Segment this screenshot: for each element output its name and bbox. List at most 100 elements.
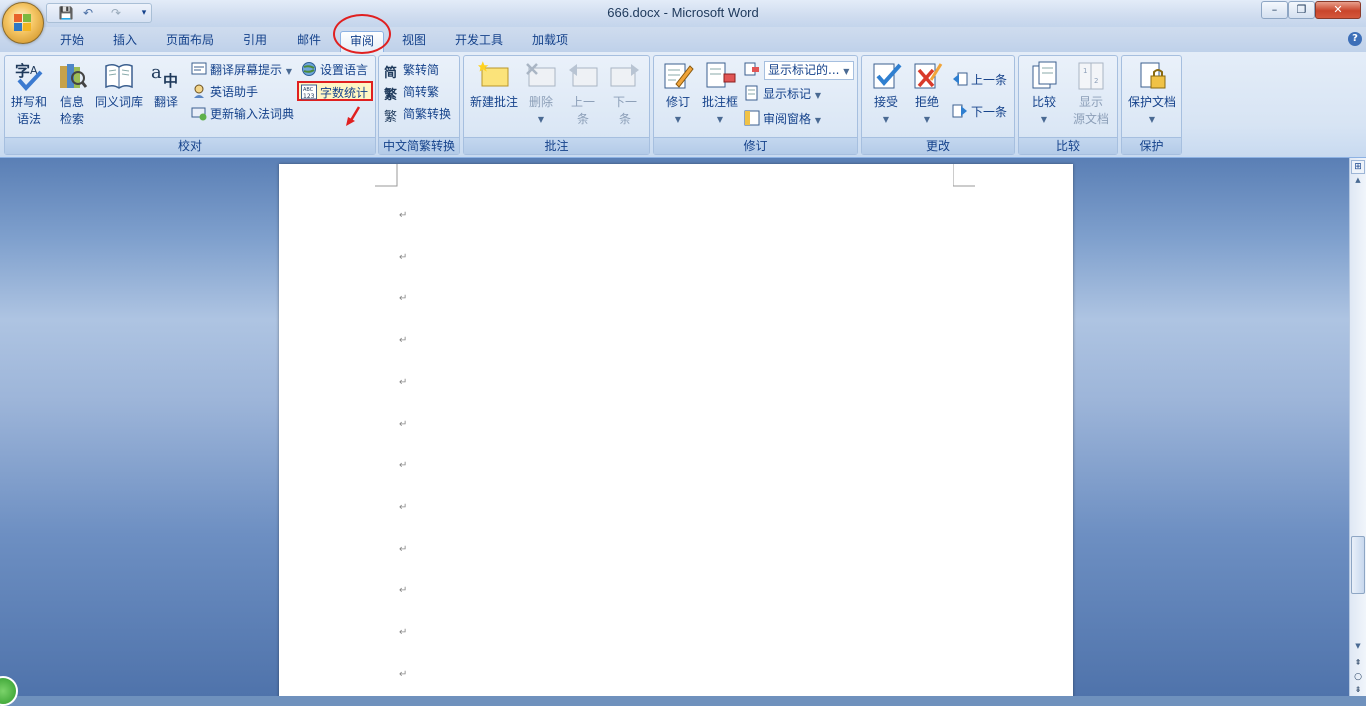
compare-label: 比较 — [1031, 95, 1056, 109]
compare-icon — [1028, 60, 1060, 92]
previous-comment-icon — [567, 60, 599, 92]
display-markup-value: 显示标记的... — [768, 63, 840, 77]
protect-group-label: 保护 — [1122, 137, 1181, 154]
previous-page-icon[interactable]: ⇞ — [1351, 658, 1365, 668]
display-markup-dropdown[interactable]: 显示标记的... ▼ — [764, 61, 854, 80]
chinese-convert-button[interactable]: 繁简繁转换 — [384, 104, 452, 125]
reject-label: 拒绝 — [914, 95, 939, 109]
tab-add-ins[interactable]: 加载项 — [522, 31, 578, 52]
display-for-review-control[interactable] — [744, 60, 763, 80]
new-comment-icon — [478, 60, 510, 92]
screen-tip-icon — [191, 61, 207, 77]
tab-page-layout[interactable]: 页面布局 — [157, 31, 223, 52]
previous-comment-label-1: 上一 — [570, 95, 595, 109]
word-count-button[interactable]: ABC 123 字数统计 — [297, 81, 374, 101]
page-corner-mark — [953, 164, 975, 187]
research-button[interactable]: 信息 检索 — [52, 60, 92, 128]
word-count-label: 字数统计 — [320, 86, 369, 100]
translate-tip-label: 翻译屏幕提示 — [210, 63, 283, 77]
browse-object-icon[interactable]: ○ — [1351, 672, 1365, 682]
trad-to-simp-label: 繁转简 — [403, 63, 440, 77]
delete-comment-icon — [525, 60, 557, 92]
protect-document-label: 保护文档 — [1127, 95, 1176, 109]
help-icon[interactable]: ? — [1348, 32, 1362, 46]
chinese-convert-label: 简繁转换 — [403, 107, 452, 121]
paragraph-mark: ↵ — [399, 376, 408, 388]
track-changes-label: 修订 — [665, 95, 690, 109]
trad-to-simp-button[interactable]: 简繁转简 — [384, 60, 440, 81]
translate-button[interactable]: a中 翻译 — [146, 60, 186, 111]
svg-text:a: a — [151, 62, 162, 83]
vertical-scrollbar[interactable]: ⊞ ▲ ▼ ⇞ ○ ⇟ — [1349, 158, 1366, 696]
paragraph-mark: ↵ — [399, 251, 408, 263]
balloons-button[interactable]: 批注框 ▼ — [698, 60, 742, 128]
compare-button[interactable]: 比较 ▼ — [1022, 60, 1066, 128]
close-button[interactable]: ✕ — [1315, 1, 1361, 19]
paragraph-mark: ↵ — [399, 668, 408, 680]
accept-icon — [870, 60, 902, 92]
update-ime-button[interactable]: 更新输入法词典 — [191, 104, 294, 124]
office-button[interactable] — [2, 2, 44, 44]
english-assistant-button[interactable]: 英语助手 — [191, 82, 258, 102]
tab-references[interactable]: 引用 — [233, 31, 277, 52]
previous-comment-button[interactable]: 上一 条 — [564, 60, 602, 128]
office-logo-icon — [14, 14, 32, 32]
next-comment-icon — [609, 60, 641, 92]
group-comments: 新建批注 删除 ▼ 上一 条 下一 条 批注 — [463, 55, 650, 155]
delete-comment-button[interactable]: 删除 ▼ — [522, 60, 560, 128]
dropdown-arrow-icon: ▼ — [537, 115, 545, 124]
simp-to-trad-button[interactable]: 繁简转繁 — [384, 82, 440, 103]
thesaurus-label: 同义词库 — [94, 95, 143, 109]
source-documents-icon: 12 — [1075, 60, 1107, 92]
previous-change-button[interactable]: 上一条 — [952, 70, 1007, 90]
review-pane-button[interactable]: 审阅窗格 ▼ — [744, 109, 821, 129]
tab-home[interactable]: 开始 — [50, 31, 94, 52]
paragraph-mark: ↵ — [399, 335, 408, 347]
protect-document-button[interactable]: 保护文档 ▼ — [1124, 60, 1180, 128]
paragraph-mark: ↵ — [399, 585, 408, 597]
research-label-1: 信息 — [59, 95, 84, 109]
simp-to-trad-label: 简转繁 — [403, 85, 440, 99]
tab-mailings[interactable]: 邮件 — [287, 31, 331, 52]
next-comment-label-2: 条 — [618, 112, 631, 126]
svg-text:123: 123 — [303, 93, 315, 100]
thesaurus-button[interactable]: 同义词库 — [93, 60, 145, 111]
svg-text:1: 1 — [1083, 67, 1087, 75]
spelling-label-2: 语法 — [16, 112, 41, 126]
next-comment-button[interactable]: 下一 条 — [606, 60, 644, 128]
show-source-documents-button[interactable]: 12 显示 源文档 — [1066, 60, 1116, 128]
dropdown-arrow-icon: ▼ — [814, 91, 821, 100]
reject-button[interactable]: 拒绝 ▼ — [907, 60, 947, 128]
balloons-label: 批注框 — [701, 95, 738, 109]
thesaurus-book-icon — [103, 60, 135, 92]
accept-button[interactable]: 接受 ▼ — [865, 60, 907, 128]
next-change-button[interactable]: 下一条 — [952, 102, 1007, 122]
accept-label: 接受 — [873, 95, 898, 109]
minimize-button[interactable]: – — [1261, 1, 1288, 19]
spelling-grammar-button[interactable]: 字A 拼写和 语法 — [7, 60, 51, 128]
tab-developer[interactable]: 开发工具 — [446, 31, 512, 52]
track-changes-button[interactable]: 修订 ▼ — [658, 60, 698, 128]
set-language-button[interactable]: 设置语言 — [301, 60, 368, 80]
next-change-icon — [952, 103, 968, 119]
update-ime-label: 更新输入法词典 — [210, 107, 295, 121]
paragraph-mark: ↵ — [399, 501, 408, 513]
next-page-icon[interactable]: ⇟ — [1351, 685, 1365, 695]
tab-view[interactable]: 视图 — [392, 31, 436, 52]
document-page[interactable]: ↵ ↵ ↵ ↵ ↵ ↵ ↵ ↵ ↵ ↵ ↵ ↵ — [279, 164, 1073, 696]
delete-comment-label: 删除 — [528, 95, 553, 109]
ruler-toggle-icon[interactable]: ⊞ — [1351, 160, 1365, 174]
scroll-up-icon[interactable]: ▲ — [1351, 176, 1365, 186]
show-markup-button[interactable]: 显示标记 ▼ — [744, 84, 821, 104]
new-comment-button[interactable]: 新建批注 — [467, 60, 521, 111]
dropdown-arrow-icon: ▼ — [674, 115, 682, 124]
scroll-thumb[interactable] — [1351, 536, 1365, 594]
page-corner-mark — [375, 164, 398, 187]
scroll-down-icon[interactable]: ▼ — [1351, 642, 1365, 652]
changes-group-label: 更改 — [862, 137, 1014, 154]
tab-insert[interactable]: 插入 — [103, 31, 147, 52]
translate-tip-button[interactable]: 翻译屏幕提示 ▼ — [191, 60, 292, 80]
svg-text:字: 字 — [15, 62, 30, 80]
maximize-button[interactable]: ❐ — [1288, 1, 1315, 19]
spelling-label-1: 拼写和 — [10, 95, 47, 109]
